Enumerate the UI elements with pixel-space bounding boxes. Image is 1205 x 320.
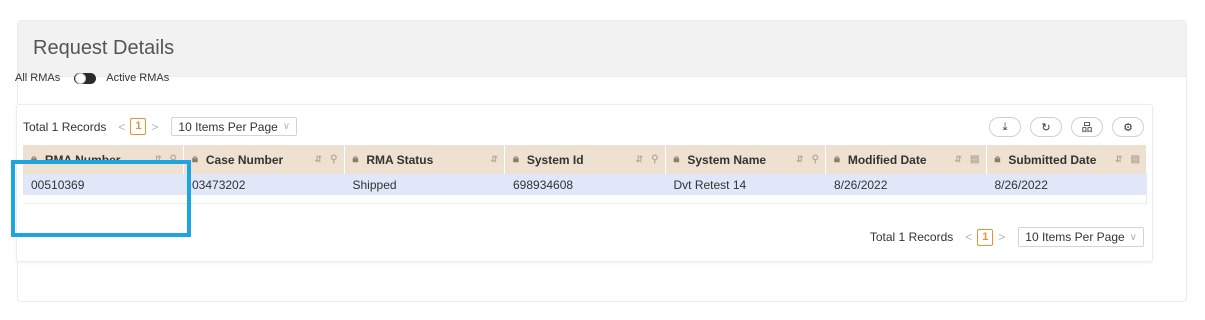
column-label: System Name [687,152,767,167]
column-header-rma-number[interactable]: 🔒︎ RMA Number ⇵ ⚲ [23,145,184,174]
chevron-down-icon: ∨ [282,121,291,132]
next-page-button[interactable]: > [998,230,1005,244]
panel-header: Request Details [18,21,1186,77]
system-id-cell: 698934608 [504,174,666,195]
records-card: Total 1 Records < 1 > 10 Items Per Page … [16,104,1153,262]
search-icon[interactable]: ⚲ [170,154,177,165]
calendar-icon[interactable]: ▤ [1131,154,1140,165]
sort-icon[interactable]: ⇵ [315,154,323,165]
lock-icon: 🔒︎ [673,153,680,165]
active-rmas-label: Active RMAs [106,72,170,84]
sort-icon[interactable]: ⇵ [1115,154,1123,165]
sort-icon[interactable]: ⇵ [796,154,804,165]
column-header-rma-status[interactable]: 🔒︎ RMA Status ⇵ [344,145,505,174]
lock-icon: 🔒︎ [513,153,519,165]
table-header-row: 🔒︎ RMA Number ⇵ ⚲ 🔒︎ Case Number ⇵ ⚲ 🔒︎ … [23,145,1147,174]
current-page-button[interactable]: 1 [130,118,147,135]
modified-date-cell: 8/26/2022 [825,174,987,195]
column-label: RMA Status [366,152,434,167]
total-records: Total 1 Records [869,230,954,244]
search-icon[interactable]: ⚲ [651,154,658,165]
refresh-button[interactable]: ↻ [1030,117,1062,137]
lock-icon: 🔒︎ [31,153,37,165]
prev-page-button[interactable]: < [965,230,972,244]
lock-icon: 🔒︎ [994,153,1001,165]
sort-icon[interactable]: ⇵ [154,154,162,165]
case-number-cell: 03473202 [183,174,345,195]
spacer-cell [23,195,1147,204]
search-icon[interactable]: ⚲ [812,154,819,165]
next-page-button[interactable]: > [151,120,158,134]
submitted-date-cell: 8/26/2022 [986,174,1147,195]
column-label: System Id [526,152,584,167]
sort-icon[interactable]: ⇵ [955,154,963,165]
lock-icon: 🔒︎ [352,153,359,165]
pagination-top: Total 1 Records < 1 > 10 Items Per Page … [23,117,298,136]
hierarchy-button[interactable]: 品 [1071,117,1103,137]
items-per-page-select[interactable]: 10 Items Per Page ∨ [171,117,298,136]
table-row[interactable]: 00510369 03473202 Shipped 698934608 Dvt … [23,174,1147,195]
column-header-modified-date[interactable]: 🔒︎ Modified Date ⇵ ▤ [825,145,987,174]
current-page-button[interactable]: 1 [977,228,994,246]
rma-number-link[interactable]: 00510369 [23,174,184,195]
calendar-icon[interactable]: ▤ [970,154,979,165]
hierarchy-icon: 品 [1081,122,1093,134]
column-header-system-name[interactable]: 🔒︎ System Name ⇵ ⚲ [665,145,826,174]
lock-icon: 🔒︎ [192,153,198,165]
rma-filter-toggle-row: All RMAs Active RMAs [15,72,169,84]
table-actions: ⤓ ↻ 品 ⚙ [989,117,1144,137]
items-per-page-value: 10 Items Per Page [1025,230,1125,244]
download-icon: ⤓ [1002,120,1008,133]
column-header-system-id[interactable]: 🔒︎ System Id ⇵ ⚲ [504,145,666,174]
lock-icon: 🔒︎ [834,153,840,165]
download-button[interactable]: ⤓ [989,117,1021,137]
toggle-knob [75,72,87,84]
refresh-icon: ↻ [1041,121,1051,134]
table-spacer-row [23,195,1147,204]
column-label: Modified Date [847,152,927,167]
page-title: Request Details [33,37,175,59]
system-name-cell: Dvt Retest 14 [665,174,826,195]
rma-status-cell: Shipped [344,174,505,195]
column-label: Case Number [205,152,284,167]
column-label: RMA Number [44,152,121,167]
search-icon[interactable]: ⚲ [330,154,337,165]
column-header-case-number[interactable]: 🔒︎ Case Number ⇵ ⚲ [183,145,345,174]
settings-button[interactable]: ⚙ [1112,117,1144,137]
column-header-submitted-date[interactable]: 🔒︎ Submitted Date ⇵ ▤ [986,145,1147,174]
rma-table: 🔒︎ RMA Number ⇵ ⚲ 🔒︎ Case Number ⇵ ⚲ 🔒︎ … [23,145,1147,204]
sort-icon[interactable]: ⇵ [636,154,644,165]
prev-page-button[interactable]: < [118,120,125,134]
items-per-page-select[interactable]: 10 Items Per Page ∨ [1018,227,1144,247]
sort-icon[interactable]: ⇵ [490,154,498,165]
all-rmas-label: All RMAs [15,72,61,84]
pagination-bottom: Total 1 Records < 1 > 10 Items Per Page … [870,227,1144,247]
chevron-down-icon: ∨ [1129,231,1137,243]
rma-filter-toggle[interactable] [74,72,97,84]
items-per-page-value: 10 Items Per Page [178,119,278,134]
total-records: Total 1 Records [23,119,107,134]
settings-icon: ⚙ [1123,121,1133,134]
column-label: Submitted Date [1008,152,1097,167]
